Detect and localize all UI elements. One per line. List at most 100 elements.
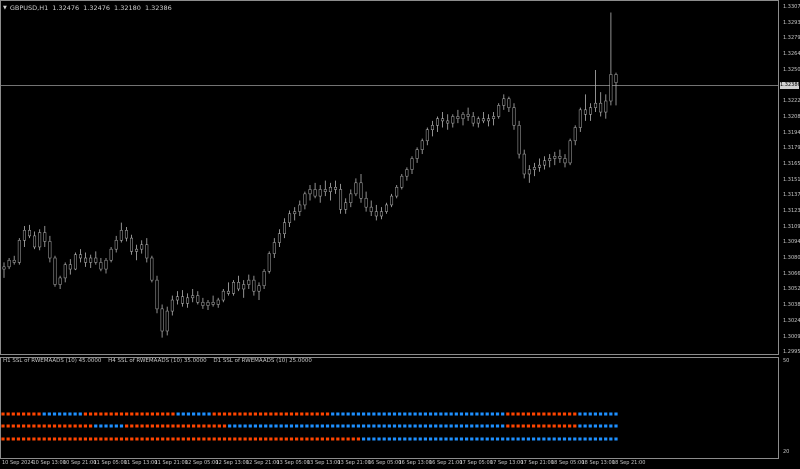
ssl-dot-h1: [16, 412, 21, 416]
ssl-dot-d1: [568, 437, 572, 441]
ssl-dot-h1: [320, 412, 324, 416]
time-axis-label: 11 Sep 21:00: [154, 460, 188, 466]
ssl-dot-h4: [99, 424, 103, 428]
candle-body: [165, 310, 169, 332]
candle-body: [532, 167, 536, 170]
ssl-dot-h4: [37, 424, 41, 428]
ssl-dot-d1: [413, 437, 417, 441]
ssl-dot-h4: [305, 424, 309, 428]
ssl-dot-h1: [434, 412, 438, 416]
ssl-dot-h4: [274, 424, 278, 428]
ssl-dot-d1: [562, 437, 567, 441]
ssl-dot-h4: [83, 424, 88, 428]
ssl-dot-h4: [58, 424, 62, 428]
candle-body: [344, 202, 348, 210]
ssl-dot-d1: [94, 437, 98, 441]
indicator-label-h4: H4 SSL of RWEMAADS (10) 35.0000: [108, 358, 207, 364]
ssl-dot-h4: [392, 424, 397, 428]
ssl-dot-h4: [155, 424, 160, 428]
candle-body: [79, 254, 82, 259]
candle-body: [181, 296, 184, 304]
ssl-dot-d1: [382, 437, 386, 441]
ssl-dot-h1: [552, 412, 556, 416]
price-axis-label: 1.31940: [783, 130, 800, 136]
ssl-dot-h1: [609, 412, 613, 416]
candle-body: [583, 109, 587, 115]
time-axis-label: 10 Sep 13:00: [32, 460, 66, 466]
ssl-dot-d1: [212, 437, 216, 441]
chart-canvas[interactable]: [0, 0, 800, 469]
ssl-dot-d1: [186, 437, 191, 441]
candle-body: [497, 105, 501, 117]
current-price-tag: 1.32386: [780, 82, 800, 89]
candle-body: [466, 114, 470, 117]
candle-body: [359, 182, 363, 199]
candle-body: [252, 279, 256, 292]
candle-body: [206, 301, 210, 306]
ssl-dot-d1: [598, 437, 603, 441]
ssl-dot-d1: [305, 437, 309, 441]
ssl-dot-h4: [181, 424, 185, 428]
ssl-dot-h4: [588, 424, 592, 428]
ssl-dot-d1: [501, 437, 505, 441]
ssl-dot-h1: [346, 412, 350, 416]
ssl-dot-h4: [583, 424, 587, 428]
ssl-dot-h4: [125, 424, 129, 428]
ssl-dot-h1: [408, 412, 412, 416]
ssl-dot-h4: [217, 424, 221, 428]
ssl-dot-d1: [197, 437, 201, 441]
ssl-dot-h4: [557, 424, 561, 428]
ssl-dot-h1: [325, 412, 330, 416]
time-axis-label: 18 Sep 13:00: [581, 460, 615, 466]
candle-body: [568, 140, 572, 164]
candle-body: [186, 297, 190, 304]
ssl-dot-h4: [428, 424, 433, 428]
ssl-dot-h4: [315, 424, 319, 428]
ssl-dot-d1: [604, 437, 608, 441]
ssl-dot-d1: [289, 437, 294, 441]
ssl-dot-h4: [501, 424, 505, 428]
ssl-dot-h1: [377, 412, 381, 416]
candle-body: [522, 153, 526, 175]
ssl-dot-h1: [99, 412, 103, 416]
candle-body: [517, 125, 521, 155]
ssl-dot-h1: [269, 412, 273, 416]
ssl-dot-h4: [413, 424, 417, 428]
ssl-dot-h1: [480, 412, 484, 416]
candle-body: [155, 279, 159, 310]
ssl-dot-h4: [1, 424, 5, 428]
ssl-dot-h4: [398, 424, 402, 428]
ssl-dot-h1: [83, 412, 88, 416]
ssl-dot-h4: [161, 424, 165, 428]
ssl-dot-d1: [37, 437, 41, 441]
candle-body: [604, 100, 608, 113]
ssl-dot-d1: [377, 437, 381, 441]
ssl-dot-d1: [583, 437, 587, 441]
candle-body: [502, 98, 506, 106]
ssl-dot-d1: [408, 437, 412, 441]
ssl-dot-d1: [176, 437, 180, 441]
ssl-dot-h4: [104, 424, 108, 428]
candle-body: [221, 290, 225, 301]
ssl-dot-d1: [439, 437, 443, 441]
ssl-dot-d1: [531, 437, 536, 441]
candle-body: [94, 257, 98, 263]
ssl-dot-h4: [233, 424, 237, 428]
ssl-dot-h4: [552, 424, 556, 428]
dropdown-arrow-icon[interactable]: ▼: [3, 5, 7, 11]
candle-body: [507, 98, 511, 108]
ssl-dot-h1: [11, 412, 15, 416]
candlestick-series: [2, 12, 618, 338]
ssl-dot-d1: [614, 437, 618, 441]
price-axis-label: 1.31795: [783, 145, 800, 151]
ssl-dot-d1: [578, 437, 582, 441]
ssl-dot-h4: [238, 424, 242, 428]
candle-body: [563, 158, 567, 164]
indicator-label-h1: H1 SSL of RWEMAADS (10) 45.0000: [3, 358, 102, 364]
ssl-dot-h1: [305, 412, 309, 416]
indicator-label-d1: D1 SSL of RWEMAADS (10) 25.0000: [213, 358, 312, 364]
ssl-dot-d1: [320, 437, 324, 441]
candle-body: [114, 240, 118, 250]
ssl-dot-d1: [398, 437, 402, 441]
ssl-dot-h1: [125, 412, 129, 416]
